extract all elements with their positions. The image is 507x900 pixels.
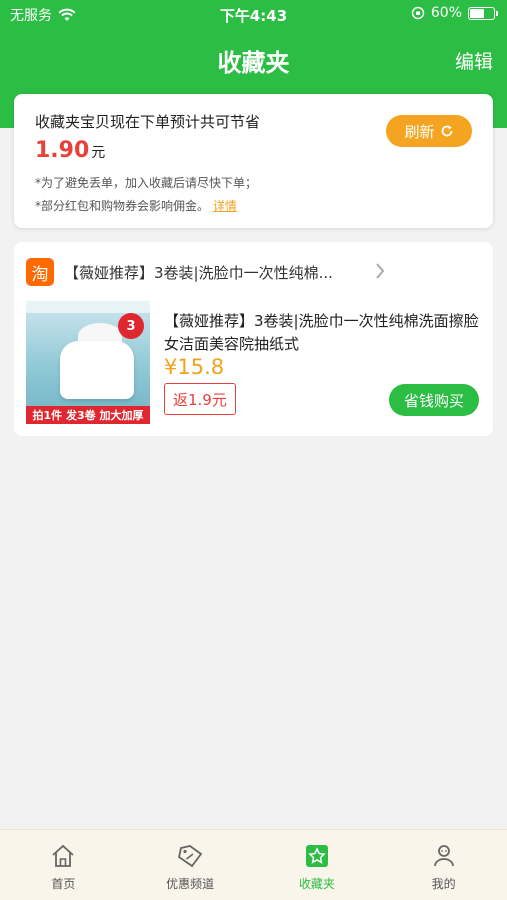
savings-amount-value: 1.90 — [35, 138, 90, 163]
chevron-right-icon — [376, 263, 385, 279]
product-title[interactable]: 【薇娅推荐】3卷装|洗脸巾一次性纯棉洗面擦脸女洁面美容院抽纸式 — [164, 310, 480, 356]
status-bar: 无服务 下午4:43 60% — [0, 0, 507, 28]
coupon-icon — [176, 843, 204, 869]
tab-profile[interactable]: 我的 — [380, 830, 507, 900]
favorite-item-card[interactable]: 淘 【薇娅推荐】3卷装|洗脸巾一次性纯棉... 3 拍1件 发3卷 加大加厚 【… — [14, 242, 493, 436]
savings-summary-card: 收藏夹宝贝现在下单预计共可节省 1.90 元 *为了避免丢单，加入收藏后请尽快下… — [14, 94, 493, 228]
item-shop-header[interactable]: 淘 【薇娅推荐】3卷装|洗脸巾一次性纯棉... — [26, 258, 481, 286]
thumbnail-banner: 拍1件 发3卷 加大加厚 — [26, 406, 150, 424]
status-right: 60% — [411, 5, 498, 21]
tab-profile-label: 我的 — [431, 877, 456, 891]
summary-note-1: *为了避免丢单，加入收藏后请尽快下单； — [35, 176, 258, 190]
thumbnail-badge: 3 — [118, 313, 144, 339]
summary-note-2-text: *部分红包和购物券会影响佣金。 — [35, 199, 210, 213]
battery-percent: 60% — [430, 5, 462, 21]
tab-home[interactable]: 首页 — [0, 830, 127, 900]
product-thumbnail[interactable]: 3 拍1件 发3卷 加大加厚 — [26, 301, 150, 424]
tab-home-label: 首页 — [51, 877, 76, 891]
tab-deals-label: 优惠频道 — [166, 877, 215, 891]
favorites-icon — [303, 843, 331, 869]
refresh-icon — [441, 125, 452, 137]
orientation-lock-icon — [411, 6, 425, 20]
taobao-icon: 淘 — [26, 258, 54, 286]
bottom-tab-bar: 首页 优惠频道 收藏夹 我的 — [0, 829, 507, 900]
tissue-graphic-box — [60, 341, 134, 399]
item-header-title: 【薇娅推荐】3卷装|洗脸巾一次性纯棉... — [64, 263, 333, 282]
home-icon — [49, 843, 77, 869]
product-price: ¥15.8 — [164, 355, 225, 379]
profile-icon — [430, 843, 458, 869]
savings-amount: 1.90 元 — [35, 138, 105, 163]
tab-deals[interactable]: 优惠频道 — [127, 830, 254, 900]
details-link[interactable]: 详情 — [213, 199, 237, 213]
buy-button[interactable]: 省钱购买 — [389, 384, 479, 416]
rebate-badge: 返1.9元 — [164, 383, 236, 415]
thumbnail-top-strip — [26, 301, 150, 313]
battery-icon — [468, 6, 498, 20]
edit-button[interactable]: 编辑 — [455, 47, 493, 74]
summary-title: 收藏夹宝贝现在下单预计共可节省 — [35, 113, 261, 131]
tab-favorites-label: 收藏夹 — [298, 877, 335, 891]
refresh-button[interactable]: 刷新 — [386, 115, 472, 147]
page-title: 收藏夹 — [217, 49, 290, 77]
summary-note-2: *部分红包和购物券会影响佣金。 详情 — [35, 197, 237, 214]
tab-favorites[interactable]: 收藏夹 — [254, 830, 381, 900]
refresh-button-label: 刷新 — [404, 122, 435, 141]
savings-amount-unit: 元 — [91, 145, 106, 161]
